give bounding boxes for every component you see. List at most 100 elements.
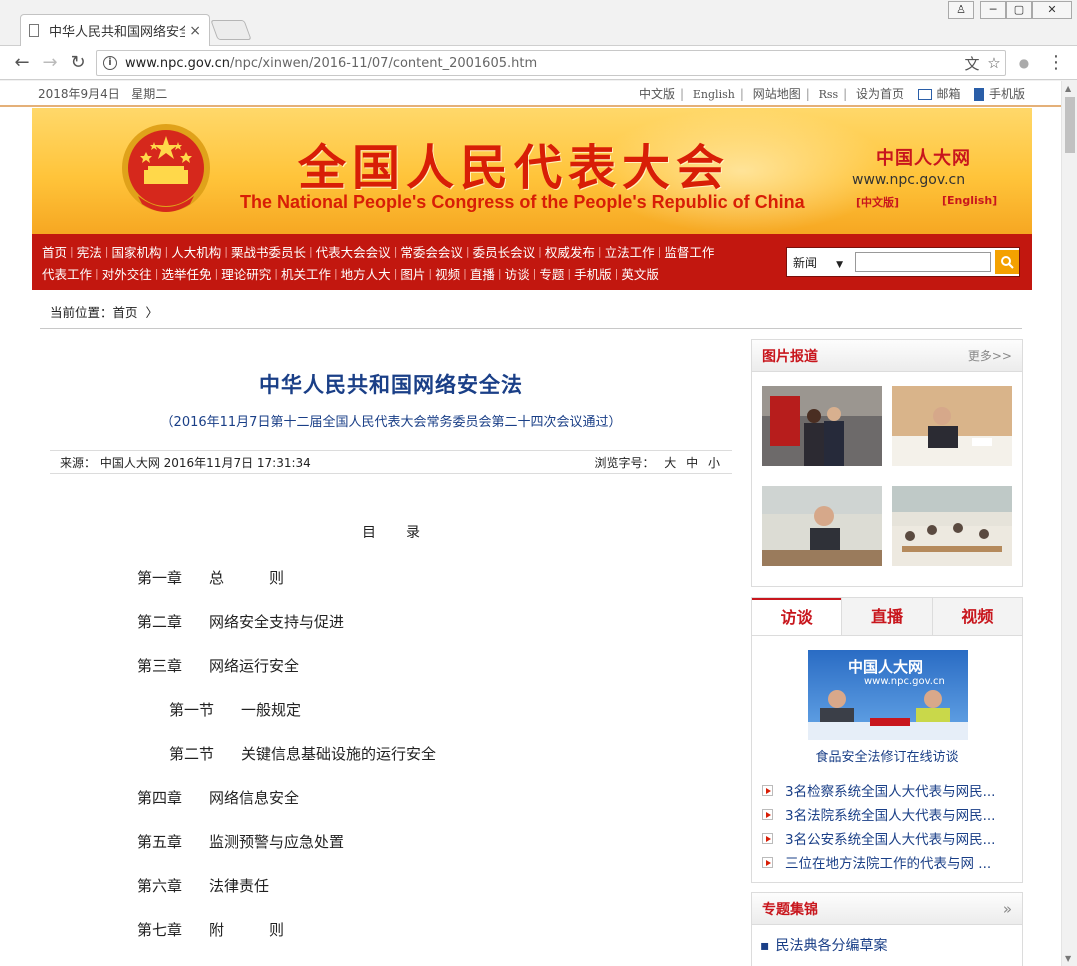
- photo-report-header: 图片报道 更多>>: [752, 340, 1022, 372]
- link-set-homepage[interactable]: 设为首页: [856, 87, 904, 101]
- nav-separator: |: [333, 266, 338, 280]
- article-source: 来源： 中国人大网 2016年11月7日 17:31:34: [60, 455, 311, 470]
- search-category-select[interactable]: 新闻 ▼: [787, 254, 851, 271]
- font-size-medium[interactable]: 中: [686, 456, 698, 470]
- font-size-large[interactable]: 大: [664, 456, 676, 470]
- nav-link[interactable]: 视频: [435, 264, 460, 283]
- user-icon[interactable]: ♙: [948, 1, 974, 19]
- scroll-up-icon[interactable]: ▲: [1065, 84, 1071, 93]
- nav-link[interactable]: 图片: [400, 264, 425, 283]
- browser-menu-icon[interactable]: ⋮: [1044, 51, 1068, 75]
- scroll-down-icon[interactable]: ▼: [1065, 954, 1071, 963]
- font-size-label: 浏览字号：: [594, 455, 655, 470]
- toc-chapter-title: 附 则: [209, 921, 285, 939]
- link-sitemap[interactable]: 网站地图: [753, 87, 801, 101]
- nav-link[interactable]: 手机版: [574, 264, 612, 283]
- photo-thumbnail[interactable]: [762, 486, 882, 566]
- link-english[interactable]: English: [693, 88, 735, 101]
- close-window-button[interactable]: ✕: [1032, 1, 1072, 19]
- nav-link[interactable]: 权威发布: [545, 242, 595, 261]
- address-bar[interactable]: i www.npc.gov.cn/npc/xinwen/2016-11/07/c…: [96, 50, 1006, 76]
- nav-separator: |: [532, 266, 537, 280]
- nav-link[interactable]: 监督工作: [664, 242, 714, 261]
- font-size-small[interactable]: 小: [708, 456, 720, 470]
- nav-link[interactable]: 代表工作: [42, 264, 92, 283]
- nav-link[interactable]: 对外交往: [102, 264, 152, 283]
- header-lang-english[interactable]: [English]: [942, 194, 997, 207]
- nav-link[interactable]: 立法工作: [605, 242, 655, 261]
- special-topics-more-icon[interactable]: »: [1003, 900, 1012, 918]
- nav-link[interactable]: 地方人大: [341, 264, 391, 283]
- photo-thumbnail[interactable]: [892, 486, 1012, 566]
- interview-image-logo: 中国人大网: [848, 658, 924, 676]
- news-list-item[interactable]: 3名法院系统全国人大代表与网民...: [762, 802, 1018, 826]
- scrollbar-thumb[interactable]: [1065, 97, 1075, 153]
- link-mail[interactable]: 邮箱: [937, 87, 961, 101]
- translate-icon[interactable]: 文: [961, 53, 983, 74]
- extension-icon[interactable]: ●: [1012, 51, 1036, 75]
- play-arrow-icon: [762, 832, 773, 844]
- photo-report-more-link[interactable]: 更多>>: [968, 347, 1012, 364]
- interview-caption[interactable]: 食品安全法修订在线访谈: [752, 746, 1022, 765]
- nav-link[interactable]: 人大机构: [171, 242, 221, 261]
- photo-thumbnail[interactable]: [762, 386, 882, 466]
- bookmark-star-icon[interactable]: ☆: [983, 54, 1005, 72]
- nav-link[interactable]: 访谈: [505, 264, 530, 283]
- reload-button[interactable]: ↻: [66, 51, 90, 75]
- nav-separator: |: [538, 244, 542, 258]
- nav-separator: |: [428, 266, 433, 280]
- toc-chapter-number: 第一节: [169, 701, 215, 719]
- nav-link[interactable]: 机关工作: [281, 264, 331, 283]
- link-mobile[interactable]: 手机版: [989, 87, 1025, 101]
- forward-button[interactable]: →: [38, 51, 62, 75]
- toc-chapter-title: 网络信息安全: [209, 789, 300, 807]
- url-text[interactable]: www.npc.gov.cn/npc/xinwen/2016-11/07/con…: [125, 56, 961, 71]
- nav-link[interactable]: 英文版: [621, 264, 659, 283]
- table-of-contents: 第一章 总 则第二章 网络安全支持与促进 第三章 网络运行安全 第一节 一般规定 第二节 关键信…: [50, 556, 732, 952]
- tab-interview[interactable]: 访谈: [752, 598, 842, 635]
- breadcrumb-home[interactable]: 当前位置：首页: [50, 305, 138, 320]
- news-list-item[interactable]: 3名公安系统全国人大代表与网民...: [762, 826, 1018, 850]
- nav-separator: |: [70, 244, 74, 258]
- new-tab-button[interactable]: [210, 20, 252, 40]
- tab-video[interactable]: 视频: [931, 598, 1022, 635]
- header-lang-chinese[interactable]: [中文版]: [856, 194, 899, 210]
- toc-chapter-title: 法律责任: [209, 877, 270, 895]
- restore-button[interactable]: ▢: [1006, 1, 1032, 19]
- news-list-item[interactable]: 3名检察系统全国人大代表与网民...: [762, 778, 1018, 802]
- nav-link[interactable]: 首页: [42, 242, 67, 261]
- interview-person: [924, 690, 942, 708]
- back-button[interactable]: ←: [10, 51, 34, 75]
- site-search: 新闻 ▼: [786, 247, 1020, 277]
- date-text: 2018年9月4日: [38, 86, 120, 101]
- info-icon[interactable]: i: [103, 56, 117, 70]
- photo-thumbnail[interactable]: [892, 386, 1012, 466]
- toc-item: 第一章 总 则: [50, 556, 732, 600]
- photo-report-panel: 图片报道 更多>>: [751, 339, 1023, 587]
- page-scrollbar[interactable]: ▲ ▼: [1061, 81, 1077, 966]
- browser-tab[interactable]: 中华人民共和国网络安全法 ×: [20, 14, 210, 46]
- interview-thumbnail[interactable]: 中国人大网 www.npc.gov.cn: [808, 650, 968, 740]
- news-list-item[interactable]: 三位在地方法院工作的代表与网 ...: [762, 850, 1018, 874]
- link-chinese[interactable]: 中文版: [639, 87, 675, 101]
- tab-close-icon[interactable]: ×: [189, 23, 201, 39]
- nav-separator: |: [154, 266, 159, 280]
- nav-link[interactable]: 选举任免: [161, 264, 211, 283]
- nav-link[interactable]: 宪法: [77, 242, 102, 261]
- nav-link[interactable]: 常委会会议: [400, 242, 463, 261]
- nav-link[interactable]: 国家机构: [111, 242, 161, 261]
- search-button[interactable]: [995, 250, 1019, 274]
- tab-live[interactable]: 直播: [841, 598, 932, 635]
- search-input[interactable]: [855, 252, 991, 272]
- nav-link[interactable]: 直播: [470, 264, 495, 283]
- nav-link[interactable]: 理论研究: [221, 264, 271, 283]
- nav-link[interactable]: 专题: [539, 264, 564, 283]
- nav-link[interactable]: 栗战书委员长: [231, 242, 306, 261]
- nav-link[interactable]: 代表大会会议: [316, 242, 391, 261]
- minimize-button[interactable]: ─: [980, 1, 1006, 19]
- link-rss[interactable]: Rss: [819, 88, 839, 101]
- toc-chapter-title: 网络运行安全: [209, 657, 300, 675]
- special-topic-item[interactable]: ▪ 民法典各分编草案: [752, 925, 1022, 955]
- nav-link[interactable]: 委员长会议: [473, 242, 536, 261]
- browser-toolbar: ← → ↻ i www.npc.gov.cn/npc/xinwen/2016-1…: [0, 46, 1077, 80]
